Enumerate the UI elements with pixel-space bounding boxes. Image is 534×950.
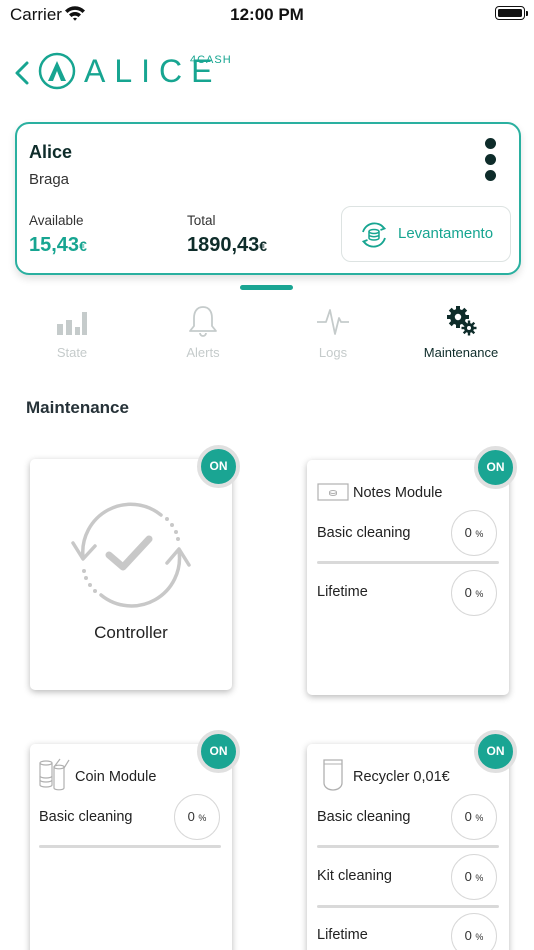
- controller-title: Controller: [94, 623, 168, 642]
- recycler-lifetime-label: Lifetime: [317, 927, 368, 943]
- account-card[interactable]: Alice Braga Available 15,43€ Total 1890,…: [15, 122, 521, 275]
- divider: [39, 845, 221, 848]
- total-value: 1890,43€: [187, 234, 268, 256]
- coin-basic-cleaning-label: Basic cleaning: [39, 809, 133, 825]
- logo-superscript: 4CASH: [190, 54, 232, 66]
- more-options-icon[interactable]: [483, 138, 497, 186]
- controller-card[interactable]: Controller: [30, 459, 232, 690]
- gears-icon: [447, 306, 477, 336]
- notes-lifetime-label: Lifetime: [317, 584, 368, 600]
- tab-state[interactable]: State: [17, 304, 127, 360]
- recycler-card[interactable]: Recycler 0,01€ Basic cleaning 0 % Kit cl…: [307, 744, 509, 950]
- sync-check-icon: [71, 502, 191, 608]
- tab-logs-label: Logs: [318, 345, 348, 360]
- logo-mark-icon: [38, 52, 76, 90]
- notes-lifetime-percent: 0 %: [451, 570, 497, 616]
- divider: [317, 905, 499, 908]
- withdraw-cash-icon: [361, 222, 387, 248]
- recycler-title: Recycler 0,01€: [353, 769, 450, 785]
- total-label: Total: [187, 213, 216, 228]
- coin-module-title: Coin Module: [75, 769, 157, 785]
- section-title: Maintenance: [26, 398, 129, 417]
- divider: [317, 845, 499, 848]
- tab-maintenance[interactable]: Maintenance: [406, 304, 516, 360]
- coin-tubes-icon: [39, 758, 70, 791]
- pulse-icon: [317, 309, 349, 335]
- coin-basic-cleaning-percent: 0 %: [174, 794, 220, 840]
- divider: [317, 561, 499, 564]
- coin-module-card[interactable]: Coin Module Basic cleaning 0 %: [30, 744, 232, 950]
- tab-state-label: State: [56, 345, 88, 360]
- notes-on-badge[interactable]: ON: [474, 446, 517, 489]
- tab-bar: State Alerts Logs Maintenance: [0, 300, 534, 360]
- recycler-on-badge[interactable]: ON: [474, 730, 517, 773]
- notes-basic-cleaning-label: Basic cleaning: [317, 525, 411, 541]
- status-bar: Carrier 12:00 PM: [0, 0, 534, 30]
- bar-chart-icon: [57, 312, 87, 335]
- alice-logo: ALICE 4CASH: [38, 51, 248, 93]
- page-indicator: [240, 285, 293, 290]
- available-value: 15,43€: [29, 234, 87, 256]
- coin-on-badge[interactable]: ON: [197, 730, 240, 773]
- withdraw-label: Levantamento: [398, 225, 494, 242]
- recycler-kit-cleaning-label: Kit cleaning: [317, 868, 392, 884]
- recycler-basic-cleaning-percent: 0 %: [451, 794, 497, 840]
- available-label: Available: [29, 213, 84, 228]
- notes-module-title: Notes Module: [353, 485, 443, 501]
- notes-module-card[interactable]: Notes Module Basic cleaning 0 % Lifetime…: [307, 460, 509, 695]
- tab-maintenance-label: Maintenance: [423, 345, 499, 360]
- banknote-icon: [317, 483, 349, 501]
- tab-alerts-label: Alerts: [186, 345, 220, 360]
- recycler-kit-cleaning-percent: 0 %: [451, 854, 497, 900]
- withdraw-button[interactable]: Levantamento: [341, 206, 511, 262]
- tab-logs[interactable]: Logs: [278, 304, 388, 360]
- recycler-lifetime-percent: 0 %: [451, 913, 497, 950]
- battery-icon: [495, 6, 528, 20]
- clock: 12:00 PM: [230, 5, 304, 24]
- bell-icon: [189, 306, 217, 337]
- tab-alerts[interactable]: Alerts: [148, 304, 258, 360]
- controller-on-badge[interactable]: ON: [197, 445, 240, 488]
- account-name: Alice: [29, 142, 73, 162]
- account-city: Braga: [29, 171, 70, 188]
- back-chevron-icon[interactable]: [12, 60, 34, 86]
- notes-basic-cleaning-percent: 0 %: [451, 510, 497, 556]
- recycler-basic-cleaning-label: Basic cleaning: [317, 809, 411, 825]
- recycler-cup-icon: [323, 759, 343, 791]
